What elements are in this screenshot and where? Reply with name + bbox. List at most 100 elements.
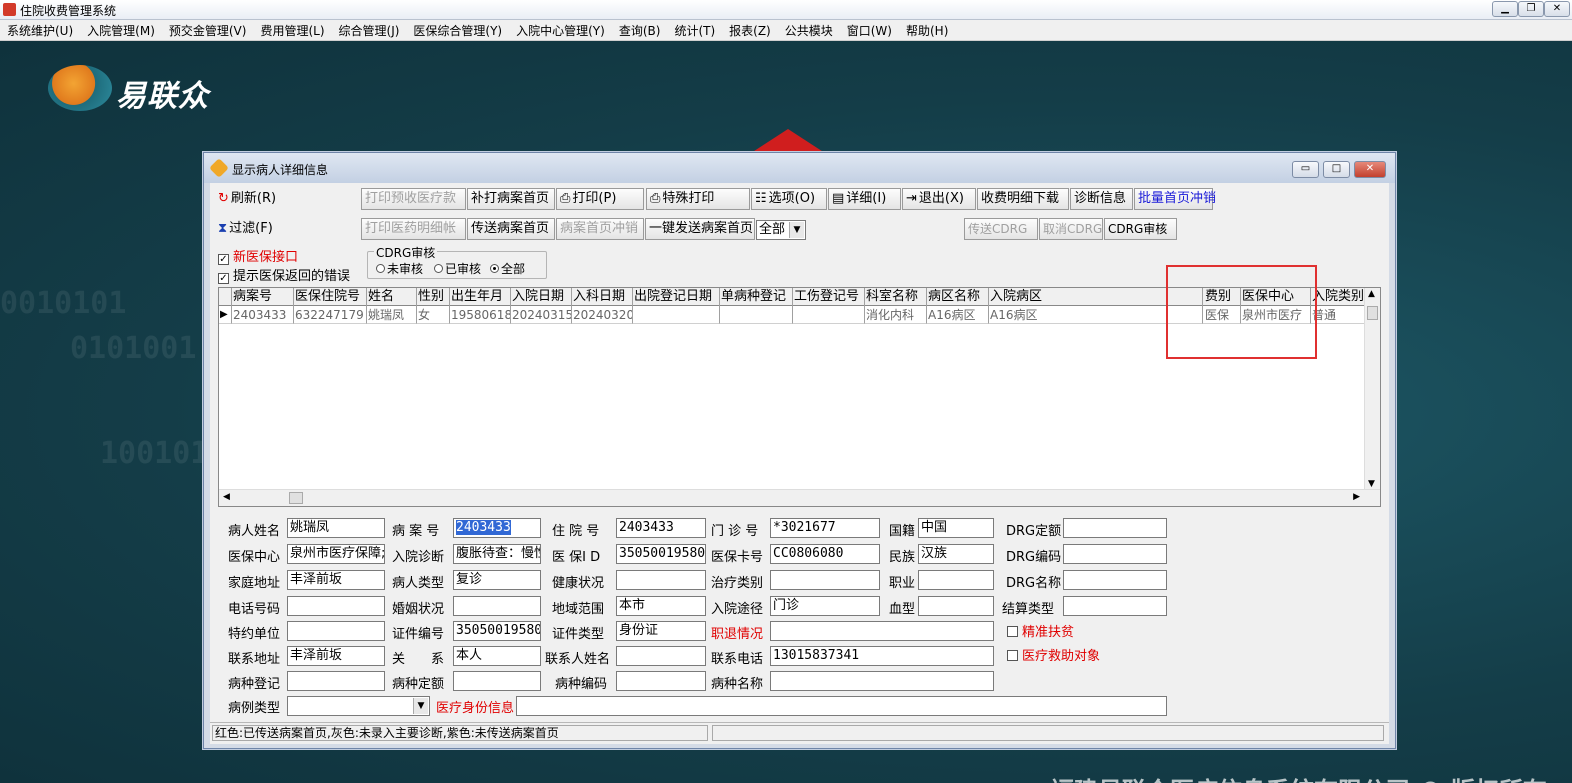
contract-field[interactable]	[287, 621, 385, 641]
ins-center-field[interactable]: 泉州市医疗保障;	[287, 544, 385, 564]
ins-id-field[interactable]: 350500195806	[616, 544, 706, 564]
special-print-button[interactable]: ⎙ 特殊打印	[646, 188, 750, 210]
identity-field[interactable]	[516, 696, 1167, 716]
disease-reg-field[interactable]	[287, 671, 385, 691]
blood-field[interactable]	[918, 596, 994, 616]
marital-field[interactable]	[453, 596, 541, 616]
cancel-cdrg-button[interactable]: 取消CDRG	[1039, 218, 1103, 240]
scroll-left-icon[interactable]: ◀	[223, 492, 230, 502]
poverty-checkbox[interactable]: 精准扶贫	[1007, 621, 1074, 640]
drg-name-field[interactable]	[1063, 570, 1167, 590]
patient-name-field[interactable]: 姚瑞凤	[287, 518, 385, 538]
radio-all[interactable]: 全部	[490, 260, 525, 277]
reprint-case-button[interactable]: 补打病案首页	[467, 188, 555, 210]
nationality-field[interactable]: 中国	[918, 518, 994, 538]
menu-prepay[interactable]: 预交金管理(V)	[162, 22, 254, 39]
ethnic-field[interactable]: 汉族	[918, 544, 994, 564]
menu-statistics[interactable]: 统计(T)	[667, 22, 722, 39]
dialog-maximize-button[interactable]: □	[1323, 161, 1350, 178]
refresh-button[interactable]: ↻ 刷新(R)	[214, 188, 280, 210]
address-field[interactable]: 丰泽前坂	[287, 570, 385, 590]
outpatient-no-field[interactable]: *3021677	[770, 518, 880, 538]
phone-field[interactable]	[287, 596, 385, 616]
scroll-right-icon[interactable]: ▶	[1353, 492, 1360, 502]
print-button[interactable]: ⎙ 打印(P)	[556, 188, 644, 210]
one-click-send-button[interactable]: 一键发送病案首页	[645, 218, 755, 240]
inpatient-no-field[interactable]: 2403433	[616, 518, 706, 538]
contact-addr-field[interactable]: 丰泽前坂	[287, 646, 385, 666]
print-drug-button[interactable]: 打印医药明细帐	[361, 218, 466, 240]
column-header[interactable]: 工伤登记号	[793, 288, 865, 306]
admit-diag-field[interactable]: 腹胀待查：慢性	[453, 544, 541, 564]
menu-query[interactable]: 查询(B)	[612, 22, 668, 39]
cert-type-field[interactable]: 身份证	[616, 621, 706, 641]
options-button[interactable]: ☷ 选项(O)	[751, 188, 827, 210]
close-app-button[interactable]: ✕	[1544, 1, 1570, 17]
menu-admission-center[interactable]: 入院中心管理(Y)	[509, 22, 612, 39]
withdraw-field[interactable]	[770, 621, 994, 641]
menu-reports[interactable]: 报表(Z)	[722, 22, 778, 39]
menu-help[interactable]: 帮助(H)	[899, 22, 955, 39]
column-header[interactable]: 单病种登记	[720, 288, 793, 306]
scroll-up-icon[interactable]: ▲	[1368, 289, 1375, 299]
drg-quota-field[interactable]	[1063, 518, 1167, 538]
ins-card-field[interactable]: CC0806080	[770, 544, 880, 564]
cdrg-audit-button[interactable]: CDRG审核	[1104, 218, 1177, 240]
medical-aid-checkbox[interactable]: 医疗救助对象	[1007, 645, 1100, 664]
diag-info-button[interactable]: 诊断信息	[1070, 188, 1133, 210]
drg-code-field[interactable]	[1063, 544, 1167, 564]
new-insurance-checkbox[interactable]: ✓ 新医保接口	[218, 246, 298, 265]
fee-download-button[interactable]: 收费明细下载	[977, 188, 1069, 210]
column-header[interactable]: 出院登记日期	[633, 288, 720, 306]
case-no-field[interactable]: 2403433	[453, 518, 541, 538]
dialog-minimize-button[interactable]: ▭	[1292, 161, 1319, 178]
relation-field[interactable]: 本人	[453, 646, 541, 666]
menu-general[interactable]: 综合管理(J)	[332, 22, 407, 39]
vertical-scroll-thumb[interactable]	[1367, 306, 1378, 320]
send-case-button[interactable]: 传送病案首页	[467, 218, 555, 240]
region-field[interactable]: 本市	[616, 596, 706, 616]
column-header[interactable]: 姓名	[367, 288, 417, 306]
treat-type-field[interactable]	[770, 570, 880, 590]
column-header[interactable]: 科室名称	[865, 288, 927, 306]
print-prepay-button[interactable]: 打印预收医疗款	[361, 188, 466, 210]
disease-quota-field[interactable]	[453, 671, 541, 691]
menu-insurance[interactable]: 医保综合管理(Y)	[406, 22, 509, 39]
job-field[interactable]	[918, 570, 994, 590]
case-type-select[interactable]: ▼	[287, 696, 430, 716]
dialog-close-button[interactable]: ✕	[1354, 161, 1386, 178]
menu-system[interactable]: 系统维护(U)	[0, 22, 80, 39]
column-header[interactable]: 病案号	[232, 288, 294, 306]
menu-admission[interactable]: 入院管理(M)	[80, 22, 162, 39]
disease-code-field[interactable]	[616, 671, 706, 691]
show-errors-checkbox[interactable]: ✓ 提示医保返回的错误	[218, 265, 350, 284]
contact-name-field[interactable]	[616, 646, 706, 666]
column-header[interactable]: 性别	[417, 288, 450, 306]
filter-button[interactable]: ⧗ 过滤(F)	[214, 218, 277, 240]
radio-audited[interactable]: 已审核	[434, 260, 481, 277]
column-header[interactable]: 入院日期	[511, 288, 572, 306]
health-field[interactable]	[616, 570, 706, 590]
contact-phone-field[interactable]: 13015837341	[770, 646, 994, 666]
settle-type-field[interactable]	[1063, 596, 1167, 616]
send-cdrg-button[interactable]: 传送CDRG	[964, 218, 1038, 240]
patient-type-field[interactable]: 复诊	[453, 570, 541, 590]
column-header[interactable]: 病区名称	[927, 288, 989, 306]
batch-reverse-button[interactable]: 批量首页冲销	[1134, 188, 1216, 210]
detail-button[interactable]: ▤ 详细(I)	[828, 188, 901, 210]
exit-button[interactable]: ⇥ 退出(X)	[902, 188, 976, 210]
scroll-down-icon[interactable]: ▼	[1368, 479, 1375, 489]
scope-select[interactable]: 全部 ▼	[756, 220, 806, 240]
case-reverse-button[interactable]: 病案首页冲销	[556, 218, 644, 240]
column-header[interactable]: 出生年月	[450, 288, 511, 306]
admit-route-field[interactable]: 门诊	[770, 596, 880, 616]
menu-window[interactable]: 窗口(W)	[840, 22, 899, 39]
cert-no-field[interactable]: 350500195806	[453, 621, 541, 641]
menu-fee[interactable]: 费用管理(L)	[253, 22, 331, 39]
disease-name-field[interactable]	[770, 671, 994, 691]
horizontal-scroll-thumb[interactable]	[289, 492, 303, 504]
radio-unaudited[interactable]: 未审核	[376, 260, 423, 277]
column-header[interactable]: 医保住院号	[294, 288, 367, 306]
horizontal-scrollbar[interactable]: ◀ ▶	[219, 489, 1380, 506]
vertical-scrollbar[interactable]: ▲ ▼	[1364, 288, 1380, 491]
